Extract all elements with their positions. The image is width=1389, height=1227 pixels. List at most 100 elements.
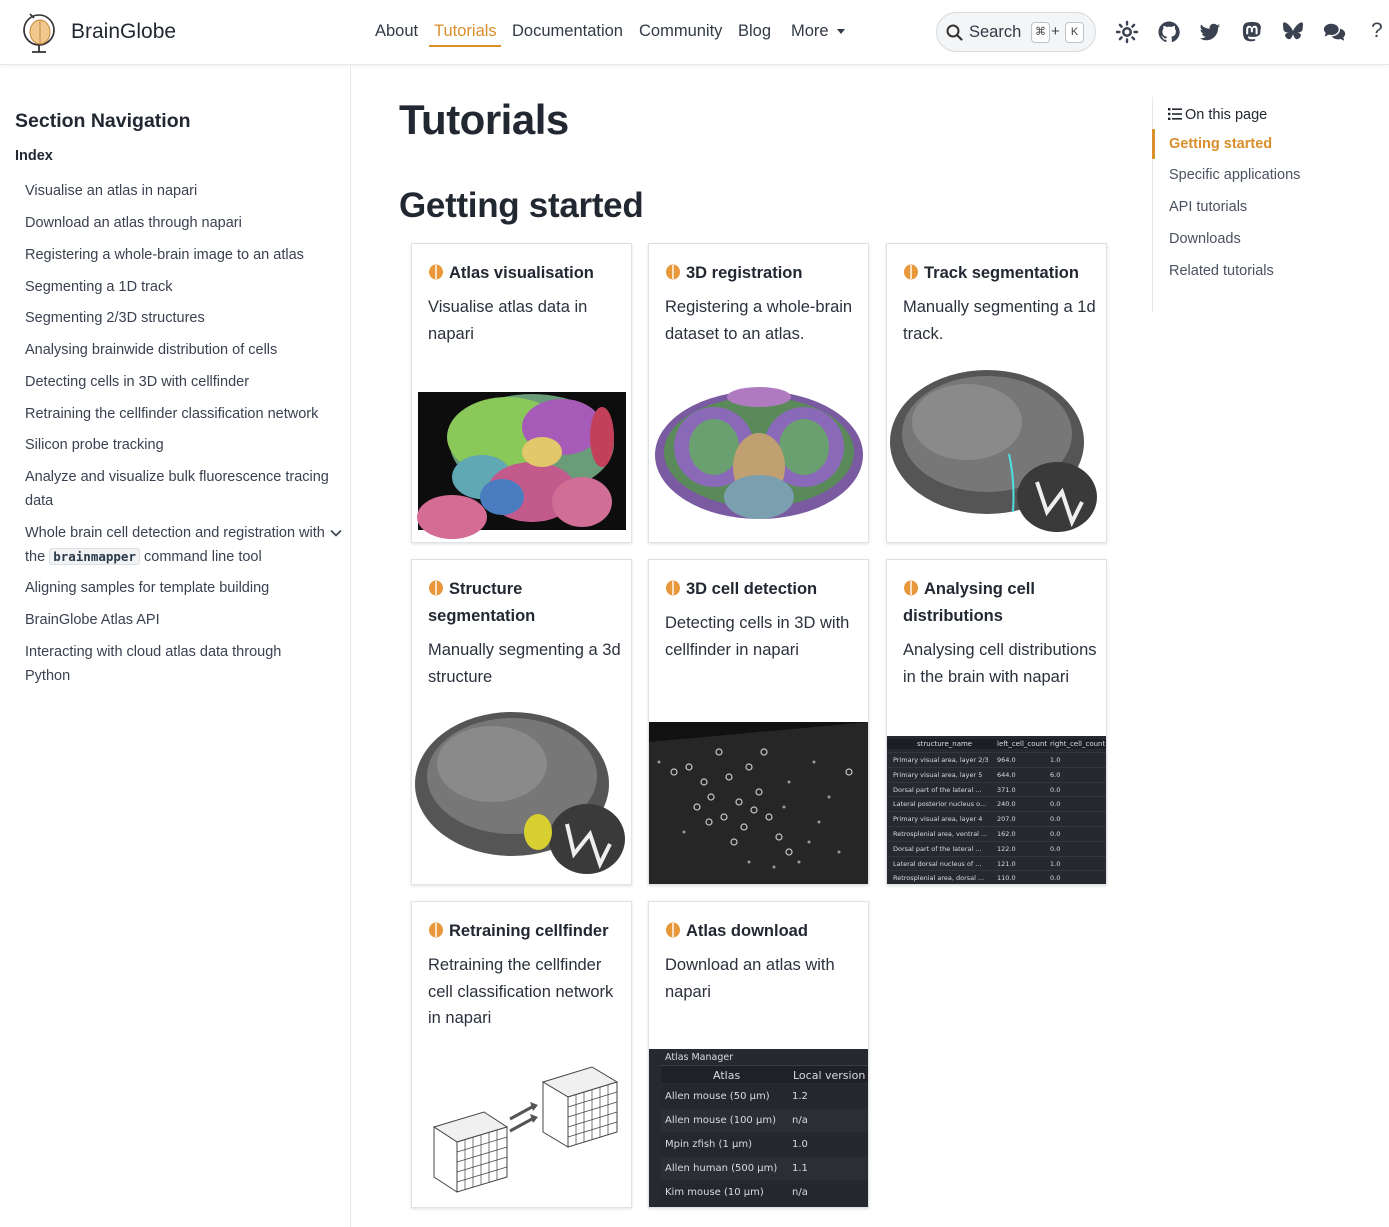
table-row: Retrosplenial area, ventral ... 162.0 0.0: [887, 826, 1106, 841]
cell-detection-image: [649, 722, 868, 884]
atlas-row[interactable]: Allen human (500 µm) 1.1: [661, 1157, 868, 1180]
section-navigation-sidebar: Section Navigation Index Visualise an at…: [0, 65, 351, 1227]
brain-icon: [904, 264, 918, 280]
toc-item-downloads[interactable]: Downloads: [1169, 231, 1241, 247]
sidebar-index-link[interactable]: Index: [15, 148, 53, 164]
sidebar-item-analysing-cells[interactable]: Analysing brainwide distribution of cell…: [25, 338, 335, 362]
table-row: Primary visual area, layer 5 644.0 6.0: [887, 766, 1106, 782]
atlas-version: 1.2: [792, 1091, 808, 1102]
table-cell: Primary visual area, layer 2/3: [893, 756, 989, 764]
twitter-icon[interactable]: [1198, 20, 1222, 44]
table-row: Primary visual area, layer 2/3 964.0 1.0: [887, 752, 1106, 767]
atlas-3d-render-image: [417, 392, 626, 539]
card-description: Manually segmenting a 1d track.: [903, 298, 1096, 343]
sidebar-item-bulk-fluorescence[interactable]: Analyze and visualize bulk fluorescence …: [25, 465, 335, 513]
brainglobe-logo-icon[interactable]: [18, 10, 58, 56]
table-cell: 964.0: [997, 756, 1016, 764]
toc-item-specific-applications[interactable]: Specific applications: [1169, 167, 1300, 183]
mastodon-icon[interactable]: [1240, 20, 1264, 44]
card-description: Analysing cell distributions in the brai…: [903, 641, 1097, 686]
sidebar-item-silicon-probe[interactable]: Silicon probe tracking: [25, 433, 335, 457]
nav-tutorials[interactable]: Tutorials: [434, 22, 497, 41]
cell-count-table: structure_name left_cell_count right_cel…: [887, 736, 1106, 884]
toc-item-related-tutorials[interactable]: Related tutorials: [1169, 263, 1274, 279]
search-button[interactable]: Search ⌘ + K: [936, 12, 1096, 52]
site-header: BrainGlobe About Tutorials Documentation…: [0, 0, 1389, 65]
cube-network-diagram-image: [432, 1066, 619, 1193]
atlas-name: Mpin zfish (1 µm): [665, 1139, 752, 1150]
card-title-text: Atlas visualisation: [449, 264, 594, 282]
toc-heading: On this page: [1168, 107, 1267, 123]
sidebar-item-brainmapper[interactable]: Whole brain cell detection and registrat…: [25, 521, 325, 569]
toc-item-api-tutorials[interactable]: API tutorials: [1169, 199, 1247, 215]
toc-item-getting-started[interactable]: Getting started: [1169, 136, 1272, 152]
table-row: Primary visual area, layer 4 207.0 0.0: [887, 811, 1106, 826]
brain-icon: [429, 580, 443, 596]
chat-icon[interactable]: [1323, 20, 1347, 44]
sidebar-item-segmenting-track[interactable]: Segmenting a 1D track: [25, 275, 335, 299]
atlas-row[interactable]: Kim mouse (10 µm) n/a: [661, 1181, 868, 1204]
table-row: Lateral dorsal nucleus of ... 121.0 1.0: [887, 855, 1106, 871]
card-description: Registering a whole-brain dataset to an …: [665, 298, 853, 343]
nav-documentation[interactable]: Documentation: [512, 22, 623, 41]
sidebar-item-download-atlas[interactable]: Download an atlas through napari: [25, 211, 335, 235]
table-cell: 162.0: [997, 830, 1016, 838]
table-cell: Primary visual area, layer 5: [893, 770, 983, 779]
atlas-version: 1.0: [792, 1139, 808, 1150]
sidebar-item-segmenting-structures[interactable]: Segmenting 2/3D structures: [25, 306, 335, 330]
nav-community[interactable]: Community: [639, 22, 722, 41]
atlas-row[interactable]: Allen mouse (50 µm) 1.2: [661, 1085, 868, 1108]
chevron-down-icon[interactable]: [330, 529, 342, 537]
sidebar-item-detecting-cells[interactable]: Detecting cells in 3D with cellfinder: [25, 370, 335, 394]
table-cell: 0.0: [1050, 830, 1061, 838]
table-cell: 110.0: [997, 874, 1016, 883]
card-analysing-cell-distributions[interactable]: Analysing cell distributions Analysing c…: [886, 559, 1107, 885]
card-atlas-download[interactable]: Atlas download Download an atlas with na…: [648, 901, 869, 1208]
sidebar-item-visualise-atlas[interactable]: Visualise an atlas in napari: [25, 179, 335, 203]
sidebar-item-atlas-api[interactable]: BrainGlobe Atlas API: [25, 608, 335, 632]
table-cell: 122.0: [997, 844, 1016, 853]
atlas-version: n/a: [792, 1187, 808, 1198]
atlas-table-header: Atlas Local version: [661, 1065, 868, 1083]
table-cell: 0.0: [1050, 800, 1061, 809]
nav-blog[interactable]: Blog: [738, 22, 771, 41]
table-cell: 371.0: [997, 785, 1016, 794]
card-structure-segmentation[interactable]: Structure segmentation Manually segmenti…: [411, 559, 632, 885]
table-cell: 6.0: [1050, 770, 1061, 779]
nav-about[interactable]: About: [375, 22, 418, 41]
brand-name[interactable]: BrainGlobe: [71, 20, 176, 44]
github-icon[interactable]: [1157, 20, 1181, 44]
card-retraining-cellfinder[interactable]: Retraining cellfinder Retraining the cel…: [411, 901, 632, 1208]
atlas-row[interactable]: Allen mouse (100 µm) n/a: [661, 1109, 868, 1132]
sidebar-item-label: command line tool: [144, 549, 262, 565]
table-cell: 0.0: [1050, 844, 1061, 853]
table-cell: Retrosplenial area, dorsal ...: [893, 874, 985, 883]
sidebar-item-registering[interactable]: Registering a whole-brain image to an at…: [25, 243, 335, 267]
atlas-row[interactable]: Mpin zfish (1 µm) 1.0: [661, 1133, 868, 1156]
theme-icon[interactable]: [1115, 20, 1139, 44]
card-title: 3D cell detection: [665, 576, 860, 603]
sidebar-item-cloud-atlas[interactable]: Interacting with cloud atlas data throug…: [25, 640, 315, 688]
card-atlas-visualisation[interactable]: Atlas visualisation Visualise atlas data…: [411, 243, 632, 543]
toc-active-indicator: [1152, 129, 1155, 159]
card-title-text: 3D cell detection: [686, 580, 818, 598]
card-title-text: Analysing cell distributions: [903, 580, 1035, 625]
sidebar-item-aligning-samples[interactable]: Aligning samples for template building: [25, 576, 335, 600]
column-header: left_cell_count: [997, 740, 1048, 748]
sidebar-item-retraining[interactable]: Retraining the cellfinder classification…: [25, 402, 335, 426]
table-row: Dorsal part of the lateral ... 371.0 0.0: [887, 781, 1106, 797]
brain-track-render-image: [890, 370, 1097, 532]
list-icon: [1168, 108, 1182, 120]
card-track-segmentation[interactable]: Track segmentation Manually segmenting a…: [886, 243, 1107, 543]
card-3d-cell-detection[interactable]: 3D cell detection Detecting cells in 3D …: [648, 559, 869, 885]
bluesky-icon[interactable]: [1281, 20, 1305, 44]
help-icon[interactable]: ?: [1371, 19, 1389, 43]
card-title: Structure segmentation: [428, 576, 623, 630]
nav-more-dropdown[interactable]: More: [791, 22, 845, 41]
page-title: Tutorials: [399, 96, 569, 143]
card-title-text: Track segmentation: [924, 264, 1079, 282]
table-cell: 1.0: [1050, 756, 1061, 764]
card-3d-registration[interactable]: 3D registration Registering a whole-brai…: [648, 243, 869, 543]
brain-icon: [429, 922, 443, 938]
table-cell: Retrosplenial area, ventral ...: [893, 830, 988, 838]
